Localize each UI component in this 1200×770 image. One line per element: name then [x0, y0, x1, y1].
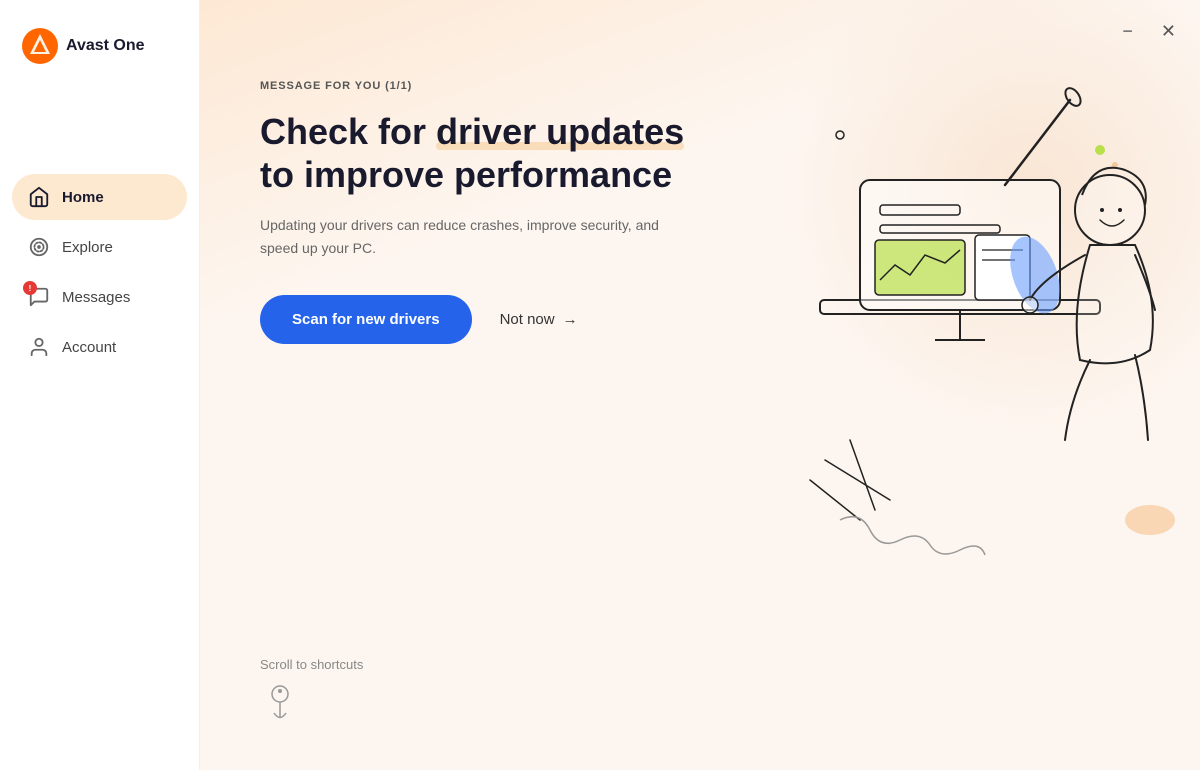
scan-drivers-button[interactable]: Scan for new drivers — [260, 295, 472, 344]
account-icon — [28, 336, 50, 358]
explore-icon — [28, 236, 50, 258]
home-icon — [28, 186, 50, 208]
sidebar: Avast One Home Explore ! — [0, 0, 200, 770]
scroll-hint: Scroll to shortcuts — [260, 657, 363, 740]
action-buttons: Scan for new drivers Not now → — [260, 295, 900, 344]
sidebar-item-explore[interactable]: Explore — [12, 224, 187, 270]
close-button[interactable]: ✕ — [1157, 18, 1180, 44]
scroll-hint-text: Scroll to shortcuts — [260, 657, 363, 672]
window-controls: − ✕ — [1118, 18, 1180, 44]
nav-menu: Home Explore ! Messages A — [12, 174, 187, 370]
headline-part2: to improve performance — [260, 154, 672, 195]
logo-area: Avast One — [12, 20, 187, 94]
sidebar-item-label: Home — [62, 189, 104, 206]
scroll-icon — [260, 680, 300, 740]
arrow-icon: → — [563, 311, 578, 328]
not-now-button[interactable]: Not now → — [500, 311, 578, 328]
sidebar-item-label: Explore — [62, 239, 113, 256]
minimize-button[interactable]: − — [1118, 18, 1137, 44]
avast-logo-icon — [22, 28, 58, 64]
hero-content: MESSAGE FOR YOU (1/1) Check for driver u… — [200, 0, 960, 384]
headline: Check for driver updatesto improve perfo… — [260, 110, 900, 196]
headline-part1: Check for — [260, 111, 436, 152]
sidebar-item-label: Account — [62, 339, 116, 356]
app-name: Avast One — [66, 37, 145, 55]
sidebar-item-label: Messages — [62, 289, 130, 306]
message-label: MESSAGE FOR YOU (1/1) — [260, 80, 900, 92]
messages-badge: ! — [23, 281, 37, 295]
main-content: − ✕ MESSAGE FOR YOU (1/1) Check for driv… — [200, 0, 1200, 770]
sidebar-item-messages[interactable]: ! Messages — [12, 274, 187, 320]
headline-highlight: driver updates — [436, 111, 684, 152]
sidebar-item-account[interactable]: Account — [12, 324, 187, 370]
subtext: Updating your drivers can reduce crashes… — [260, 214, 680, 259]
sidebar-item-home[interactable]: Home — [12, 174, 187, 220]
